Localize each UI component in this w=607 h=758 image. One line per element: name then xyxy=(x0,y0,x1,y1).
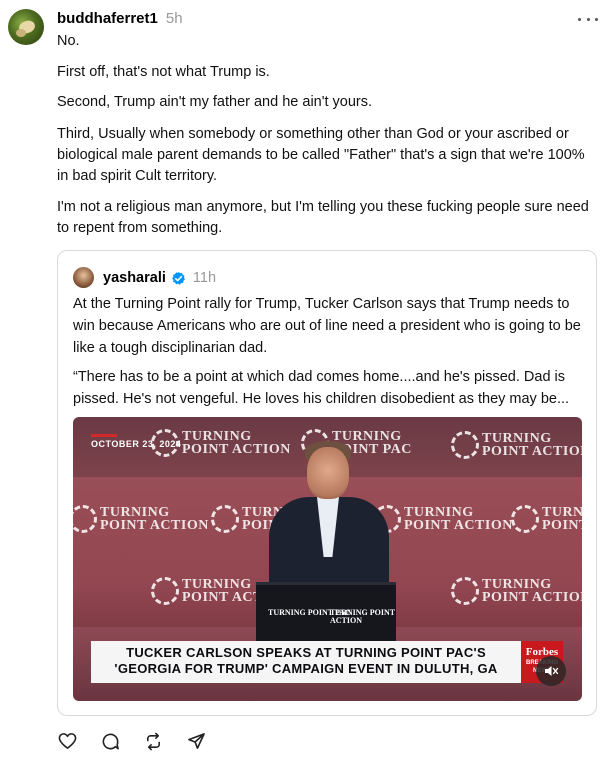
quoted-post[interactable]: yasharali 11h At the Turning Point rally… xyxy=(57,250,597,716)
post-paragraph-4: Third, Usually when somebody or somethin… xyxy=(57,126,585,184)
quoted-paragraph-2: “There has to be a point at which dad co… xyxy=(73,369,570,407)
avatar[interactable] xyxy=(8,9,44,45)
thread-post: buddhaferret1 5h No. First off, that's n… xyxy=(0,0,607,758)
repost-button[interactable] xyxy=(143,731,163,751)
post-header: buddhaferret1 5h xyxy=(57,10,183,28)
podium: TURNING POINT PAC TURNING POINT ACTION xyxy=(256,582,396,643)
backdrop-logo: TURNINGPOINT PAC xyxy=(511,505,582,533)
post-paragraph-1: No. xyxy=(57,33,80,49)
more-horizontal-icon[interactable] xyxy=(578,16,598,22)
quoted-paragraph-1: At the Turning Point rally for Trump, Tu… xyxy=(73,296,581,356)
heart-icon xyxy=(58,733,76,749)
backdrop-logo: TURNING POINT ACTION xyxy=(373,505,513,533)
repost-icon xyxy=(146,732,160,750)
backdrop-logo: TURNING POINT ACTION xyxy=(451,577,582,605)
like-button[interactable] xyxy=(57,731,77,751)
post-paragraph-5: I'm not a religious man anymore, but I'm… xyxy=(57,199,589,236)
action-bar xyxy=(57,731,206,751)
verified-badge-icon xyxy=(171,271,185,285)
video-lower-third: TUCKER CARLSON SPEAKS AT TURNING POINT P… xyxy=(91,641,521,683)
post-paragraph-2: First off, that's not what Trump is. xyxy=(57,64,270,80)
video-date-overlay: OCTOBER 23, 2024 xyxy=(91,439,182,449)
post-username[interactable]: buddhaferret1 xyxy=(57,10,158,27)
comment-icon xyxy=(102,733,119,749)
podium-logo-action: TURNING POINT ACTION xyxy=(330,608,395,625)
post-timestamp[interactable]: 5h xyxy=(166,10,183,27)
avatar-ferret-shape-2 xyxy=(16,29,26,37)
lower-third-line-2: 'GEORGIA FOR TRUMP' CAMPAIGN EVENT IN DU… xyxy=(114,661,498,676)
video-red-bar xyxy=(91,434,117,437)
quoted-username[interactable]: yasharali xyxy=(103,270,166,286)
backdrop-logo: TURNING POINT ACTION xyxy=(73,505,209,533)
quoted-timestamp[interactable]: 11h xyxy=(193,270,216,286)
reply-button[interactable] xyxy=(100,731,120,751)
quoted-header: yasharali 11h xyxy=(103,270,216,286)
quoted-avatar[interactable] xyxy=(73,267,94,288)
mute-button[interactable] xyxy=(536,656,566,686)
backdrop-logo: TURNING POINT ACTION xyxy=(451,431,582,459)
video-player[interactable]: TURNING POINT ACTION TURNING POINT PAC TUR… xyxy=(73,417,582,701)
lower-third-line-1: TUCKER CARLSON SPEAKS AT TURNING POINT P… xyxy=(126,645,486,660)
muted-speaker-icon xyxy=(545,666,559,676)
post-paragraph-3: Second, Trump ain't my father and he ain… xyxy=(57,94,373,110)
send-icon xyxy=(187,732,205,749)
share-button[interactable] xyxy=(186,731,206,751)
